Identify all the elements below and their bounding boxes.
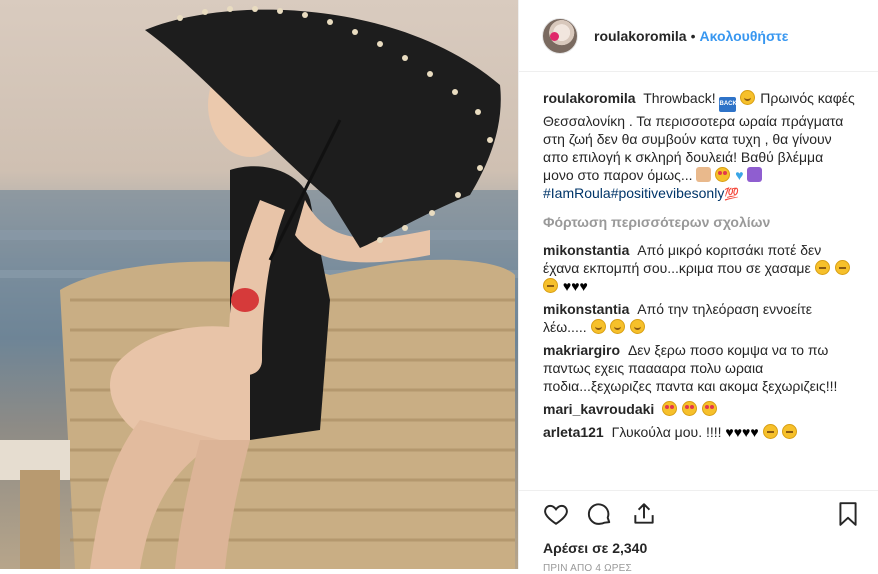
post-actions-bar [519, 490, 878, 540]
comment-item: mari_kavroudaki [543, 400, 855, 418]
post-caption: roulakoromila Throwback! BACK Πρωινός κα… [543, 89, 855, 203]
smile-emoji-icon [740, 90, 756, 105]
blush-emoji-icon [610, 319, 626, 334]
comments-list[interactable]: roulakoromila Throwback! BACK Πρωινός κα… [519, 72, 878, 490]
blue-heart-emoji-icon: ♥ [735, 167, 744, 183]
comment-item: mikonstantia Από μικρό κοριτσάκι ποτέ δε… [543, 241, 855, 295]
heart-eyes-emoji-icon [701, 401, 717, 416]
like-button[interactable] [543, 501, 569, 527]
comment-username[interactable]: mikonstantia [543, 301, 629, 317]
black-heart-emoji-icon: ♥ [571, 278, 580, 294]
comment-button[interactable] [587, 501, 613, 527]
black-heart-emoji-icon: ♥ [725, 424, 734, 440]
thumbs-up-emoji-icon [696, 167, 712, 182]
blush-emoji-icon [630, 319, 646, 334]
black-heart-emoji-icon: ♥ [750, 424, 759, 440]
comment-bubble-icon [587, 503, 611, 525]
comment-username[interactable]: mari_kavroudaki [543, 401, 654, 417]
heart-eyes-emoji-icon [715, 167, 731, 182]
save-button[interactable] [835, 501, 861, 527]
comment-text: Γλυκούλα μου. !!!! [611, 424, 722, 440]
avatar-lens-decoration [550, 31, 559, 41]
back-arrow-emoji-icon: BACK [719, 97, 737, 112]
avatar[interactable] [542, 17, 578, 54]
black-heart-emoji-icon: ♥ [579, 278, 588, 294]
caption-hashtags[interactable]: #IamRoula#positivevibesonly [543, 185, 724, 201]
likes-count[interactable]: Αρέσει σε 2,340 [543, 540, 647, 556]
comment-username[interactable]: arleta121 [543, 424, 604, 440]
neutral-face-emoji-icon [782, 424, 798, 439]
load-more-comments-button[interactable]: Φόρτωση περισσότερων σχολίων [543, 213, 855, 231]
separator-dot: • [690, 27, 696, 44]
black-heart-emoji-icon: ♥ [742, 424, 751, 440]
neutral-face-emoji-icon [762, 424, 778, 439]
post-header: roulakoromila • Ακολουθήστε [519, 0, 878, 72]
share-upload-icon [634, 503, 654, 524]
hundred-points-emoji-icon: 💯 [724, 187, 740, 201]
comment-username[interactable]: mikonstantia [543, 242, 629, 258]
comment-username[interactable]: makriargiro [543, 342, 620, 358]
blush-emoji-icon [590, 319, 606, 334]
neutral-face-emoji-icon [834, 260, 850, 275]
bookmark-icon [839, 502, 857, 526]
heart-eyes-emoji-icon [682, 401, 698, 416]
comment-item: makriargiro Δεν ξερω ποσο κομψα να το πω… [543, 341, 855, 395]
comment-item: arleta121 Γλυκούλα μου. !!!! ♥♥♥♥ [543, 423, 855, 441]
neutral-face-emoji-icon [814, 260, 830, 275]
heart-outline-icon [544, 504, 568, 525]
neutral-face-emoji-icon [543, 278, 558, 293]
woman-raising-hand-emoji-icon [747, 167, 763, 182]
header-username[interactable]: roulakoromila [594, 28, 687, 44]
caption-text-1: Throwback! [643, 90, 716, 106]
follow-button[interactable]: Ακολουθήστε [700, 28, 789, 44]
share-button[interactable] [631, 501, 657, 527]
comment-item: mikonstantia Από την τηλεόραση εννοείτε … [543, 300, 855, 336]
post-photo[interactable] [0, 0, 518, 569]
photo-illustration [0, 6, 518, 569]
post-side-panel: roulakoromila • Ακολουθήστε roulakoromil… [518, 0, 878, 574]
caption-username[interactable]: roulakoromila [543, 90, 636, 106]
black-heart-emoji-icon: ♥ [733, 424, 743, 440]
black-heart-emoji-icon: ♥ [562, 278, 572, 294]
heart-eyes-emoji-icon [662, 401, 678, 416]
